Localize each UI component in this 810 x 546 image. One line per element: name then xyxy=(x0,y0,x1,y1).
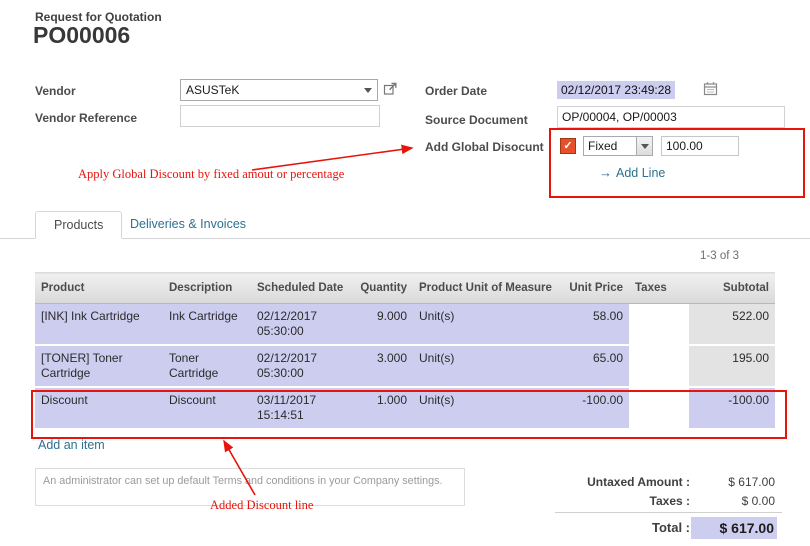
add-line-label: Add Line xyxy=(616,166,665,180)
global-discount-type-value: Fixed xyxy=(584,139,636,153)
tab-deliveries-invoices[interactable]: Deliveries & Invoices xyxy=(122,211,254,238)
cell-scheduled-date: 03/11/2017 15:14:51 xyxy=(251,387,351,429)
cell-description: Ink Cartridge xyxy=(163,304,251,346)
cell-description: Discount xyxy=(163,387,251,429)
cell-unit-price: -100.00 xyxy=(557,387,629,429)
order-date-label: Order Date xyxy=(425,84,487,98)
source-document-input[interactable] xyxy=(557,106,785,128)
cell-subtotal: 522.00 xyxy=(689,304,775,346)
table-row-discount[interactable]: Discount Discount 03/11/2017 15:14:51 1.… xyxy=(35,387,775,429)
untaxed-amount-value: $ 617.00 xyxy=(697,475,775,489)
vendor-value: ASUSTeK xyxy=(181,83,359,97)
table-header-row: Product Description Scheduled Date Quant… xyxy=(35,273,775,304)
calendar-icon[interactable] xyxy=(703,81,718,99)
untaxed-amount-label: Untaxed Amount : xyxy=(520,475,690,489)
cell-subtotal: 195.00 xyxy=(689,345,775,387)
cell-unit-price: 65.00 xyxy=(557,345,629,387)
pager: 1-3 of 3 xyxy=(700,250,775,262)
vendor-reference-input[interactable] xyxy=(180,105,380,127)
chevron-down-icon xyxy=(641,144,649,149)
cell-quantity: 3.000 xyxy=(351,345,413,387)
cell-product: [TONER] Toner Cartridge xyxy=(35,345,163,387)
vendor-label: Vendor xyxy=(35,84,76,98)
col-product[interactable]: Product xyxy=(35,273,163,304)
cell-uom: Unit(s) xyxy=(413,345,557,387)
global-discount-checkbox[interactable]: ✓ xyxy=(560,138,576,154)
total-value: $ 617.00 xyxy=(691,517,777,539)
global-discount-type-select[interactable]: Fixed xyxy=(583,136,653,156)
select-button xyxy=(636,137,652,155)
cell-taxes xyxy=(629,387,689,429)
cell-scheduled-date: 02/12/2017 05:30:00 xyxy=(251,304,351,346)
totals-divider xyxy=(555,512,782,513)
add-line-link[interactable]: → Add Line xyxy=(599,165,665,180)
order-date-value[interactable]: 02/12/2017 23:49:28 xyxy=(557,81,675,99)
cell-taxes xyxy=(629,345,689,387)
col-taxes[interactable]: Taxes xyxy=(629,273,689,304)
page-title: PO00006 xyxy=(33,22,130,49)
cell-unit-price: 58.00 xyxy=(557,304,629,346)
table-row[interactable]: [TONER] Toner Cartridge Toner Cartridge … xyxy=(35,345,775,387)
cell-product: Discount xyxy=(35,387,163,429)
annotation-text-discount-line: Added Discount line xyxy=(210,498,313,513)
open-record-icon[interactable] xyxy=(383,81,398,99)
source-document-label: Source Document xyxy=(425,113,528,127)
cell-description: Toner Cartridge xyxy=(163,345,251,387)
cell-uom: Unit(s) xyxy=(413,387,557,429)
global-discount-label: Add Global Disocunt xyxy=(425,140,544,154)
total-label: Total : xyxy=(520,520,690,535)
annotation-text-global-discount: Apply Global Discount by fixed amout or … xyxy=(78,167,344,182)
cell-quantity: 1.000 xyxy=(351,387,413,429)
tab-products[interactable]: Products xyxy=(35,211,122,239)
cell-product: [INK] Ink Cartridge xyxy=(35,304,163,346)
table-row[interactable]: [INK] Ink Cartridge Ink Cartridge 02/12/… xyxy=(35,304,775,346)
col-scheduled-date[interactable]: Scheduled Date xyxy=(251,273,351,304)
col-uom[interactable]: Product Unit of Measure xyxy=(413,273,557,304)
taxes-label: Taxes : xyxy=(520,494,690,508)
global-discount-amount-input[interactable] xyxy=(661,136,739,156)
cell-taxes xyxy=(629,304,689,346)
cell-subtotal: -100.00 xyxy=(689,387,775,429)
notebook-tab-bar: Products Deliveries & Invoices xyxy=(0,211,810,239)
vendor-reference-label: Vendor Reference xyxy=(35,111,137,125)
order-lines-table: Product Description Scheduled Date Quant… xyxy=(35,272,775,430)
cell-scheduled-date: 02/12/2017 05:30:00 xyxy=(251,345,351,387)
right-arrow-icon: → xyxy=(599,165,612,180)
col-subtotal[interactable]: Subtotal xyxy=(689,273,775,304)
taxes-value: $ 0.00 xyxy=(697,494,775,508)
col-unit-price[interactable]: Unit Price xyxy=(557,273,629,304)
col-quantity[interactable]: Quantity xyxy=(351,273,413,304)
rfq-page: { "window": { "doc_type": "Request for Q… xyxy=(0,0,810,546)
add-an-item-link[interactable]: Add an item xyxy=(38,438,105,452)
cell-quantity: 9.000 xyxy=(351,304,413,346)
col-description[interactable]: Description xyxy=(163,273,251,304)
chevron-down-icon xyxy=(364,88,372,93)
cell-uom: Unit(s) xyxy=(413,304,557,346)
vendor-select[interactable]: ASUSTeK xyxy=(180,79,378,101)
